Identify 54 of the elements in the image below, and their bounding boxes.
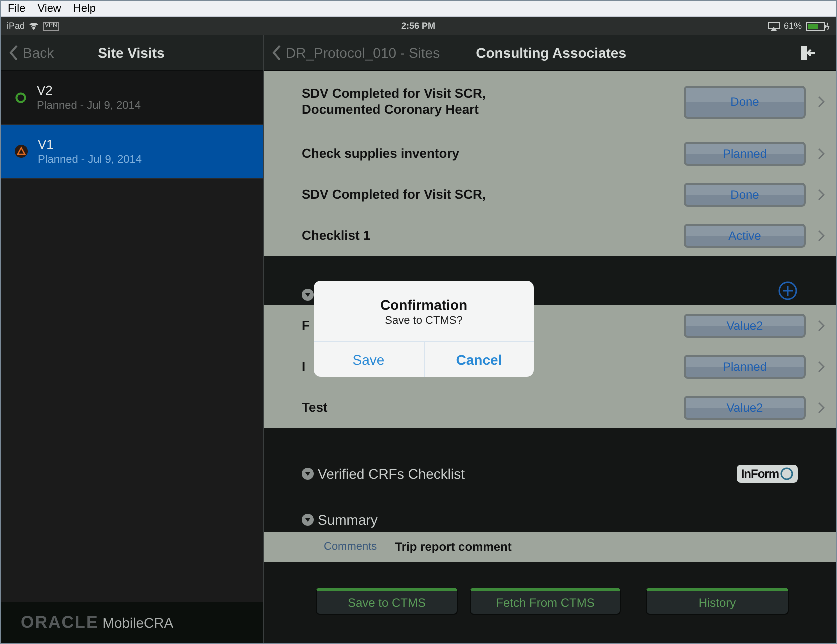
- back-chevron-icon: [272, 44, 282, 60]
- brand-logo: ORACLE: [21, 612, 99, 632]
- menu-item[interactable]: File: [8, 2, 26, 14]
- chevron-icon: [818, 148, 826, 160]
- back-button[interactable]: DR_Protocol_010 - Sites: [272, 44, 440, 60]
- dialog-button[interactable]: Cancel: [424, 342, 534, 377]
- comment-text: Trip report comment: [395, 540, 512, 554]
- visit-name: V1: [38, 137, 55, 152]
- visit-item[interactable]: V1 Planned - Jul 9, 2014: [1, 125, 263, 179]
- visit-subtitle: Planned - Jul 9, 2014: [37, 100, 141, 112]
- row-label: Checklist 1: [302, 228, 371, 244]
- row-label: Check supplies inventory: [302, 146, 460, 162]
- dialog-title: Confirmation: [380, 297, 468, 313]
- collapse-icon[interactable]: [302, 289, 314, 301]
- row-label: Test: [302, 400, 328, 416]
- action-button[interactable]: History: [646, 588, 789, 615]
- nav-title: Consulting Associates: [476, 44, 626, 60]
- action-button[interactable]: Fetch From CTMS: [470, 588, 621, 615]
- airplay-icon: [768, 22, 780, 30]
- chevron-icon: [818, 402, 826, 414]
- visit-subtitle: Planned - Jul 9, 2014: [38, 154, 142, 166]
- nav-title: Site Visits: [98, 44, 165, 60]
- app-name: MobileCRA: [102, 614, 174, 630]
- row-label: F: [302, 318, 310, 334]
- comments-label: Comments: [324, 541, 378, 553]
- clock: 2:56 PM: [402, 21, 436, 31]
- visit-name: V2: [37, 83, 54, 98]
- wifi-icon: [29, 22, 40, 30]
- back-button[interactable]: Back: [9, 44, 54, 60]
- chevron-icon: [818, 230, 826, 242]
- collapse-icon[interactable]: [302, 514, 314, 526]
- back-chevron-icon: [9, 44, 19, 60]
- chevron-icon: [818, 360, 826, 372]
- action-button[interactable]: Save to CTMS: [316, 588, 458, 615]
- battery-icon: [806, 22, 830, 30]
- device-name: iPad: [7, 21, 26, 31]
- dialog-message: Save to CTMS?: [385, 315, 463, 327]
- collapse-icon[interactable]: [302, 468, 314, 480]
- logout-icon[interactable]: [800, 44, 816, 60]
- chevron-icon: [818, 320, 826, 332]
- chevron-icon: [818, 188, 826, 200]
- inform-logo[interactable]: InForm: [737, 465, 798, 483]
- visit-item[interactable]: V2 Planned - Jul 9, 2014: [1, 71, 263, 125]
- section-title[interactable]: Verified CRFs Checklist: [318, 466, 466, 482]
- chevron-icon: [818, 96, 826, 108]
- menu-item[interactable]: Help: [73, 2, 96, 14]
- battery-percent: 61%: [784, 21, 802, 31]
- dialog-button[interactable]: Save: [314, 342, 424, 377]
- row-label: SDV Completed for Visit SCR,: [302, 186, 486, 202]
- row-label: SDV Completed for Visit SCR, Documented Coronary Heart: [302, 86, 486, 118]
- add-icon[interactable]: [778, 281, 798, 301]
- section-title[interactable]: Summary: [318, 512, 378, 528]
- row-label: I: [302, 358, 306, 374]
- menu-item[interactable]: View: [38, 2, 62, 14]
